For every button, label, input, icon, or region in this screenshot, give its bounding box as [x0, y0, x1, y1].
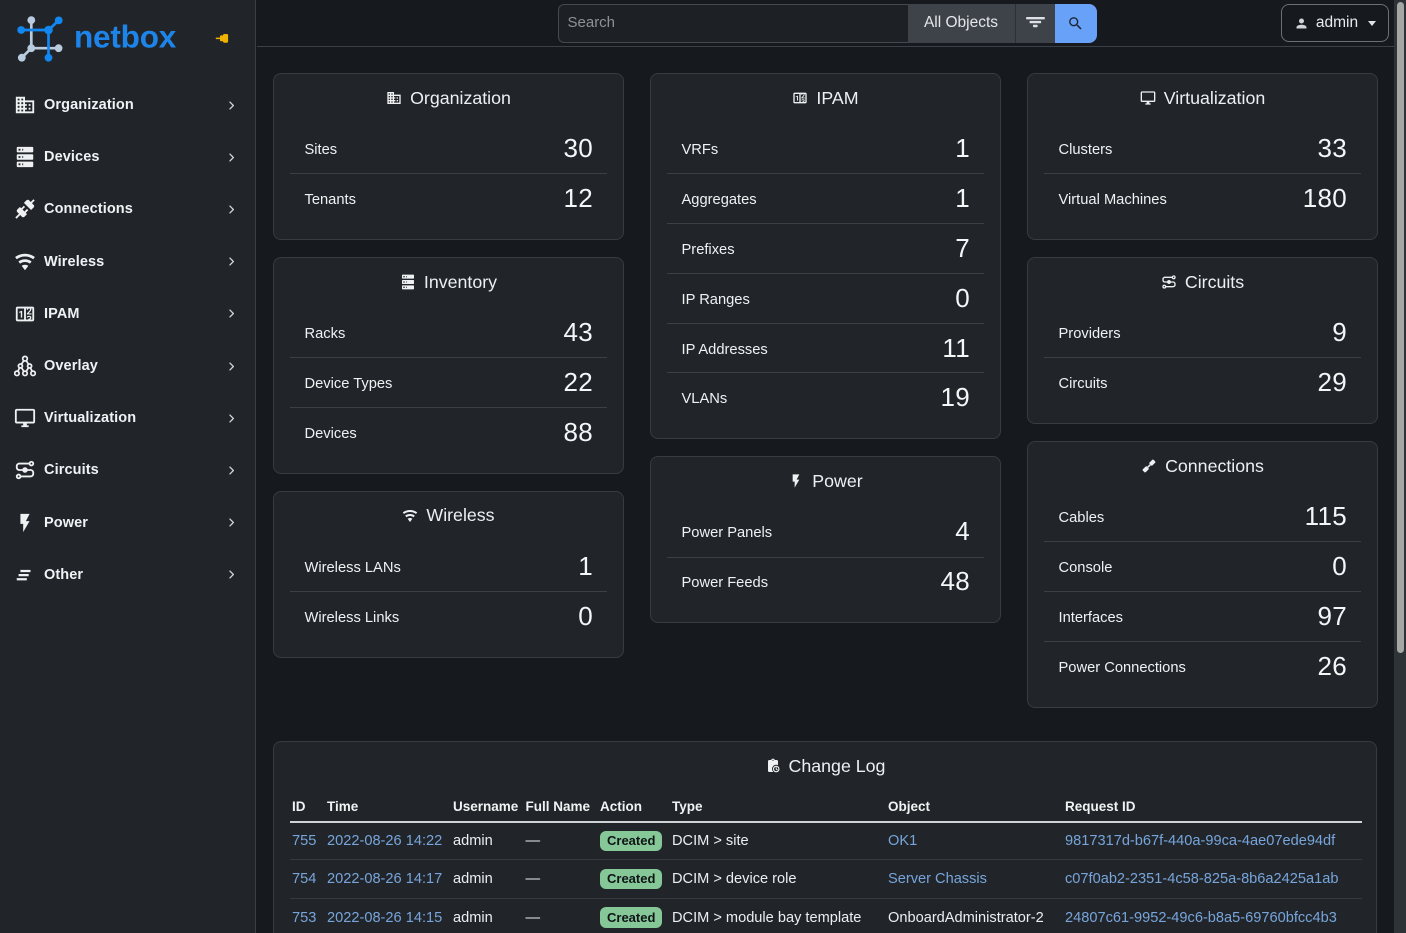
svg-text:netbox: netbox: [74, 19, 177, 55]
